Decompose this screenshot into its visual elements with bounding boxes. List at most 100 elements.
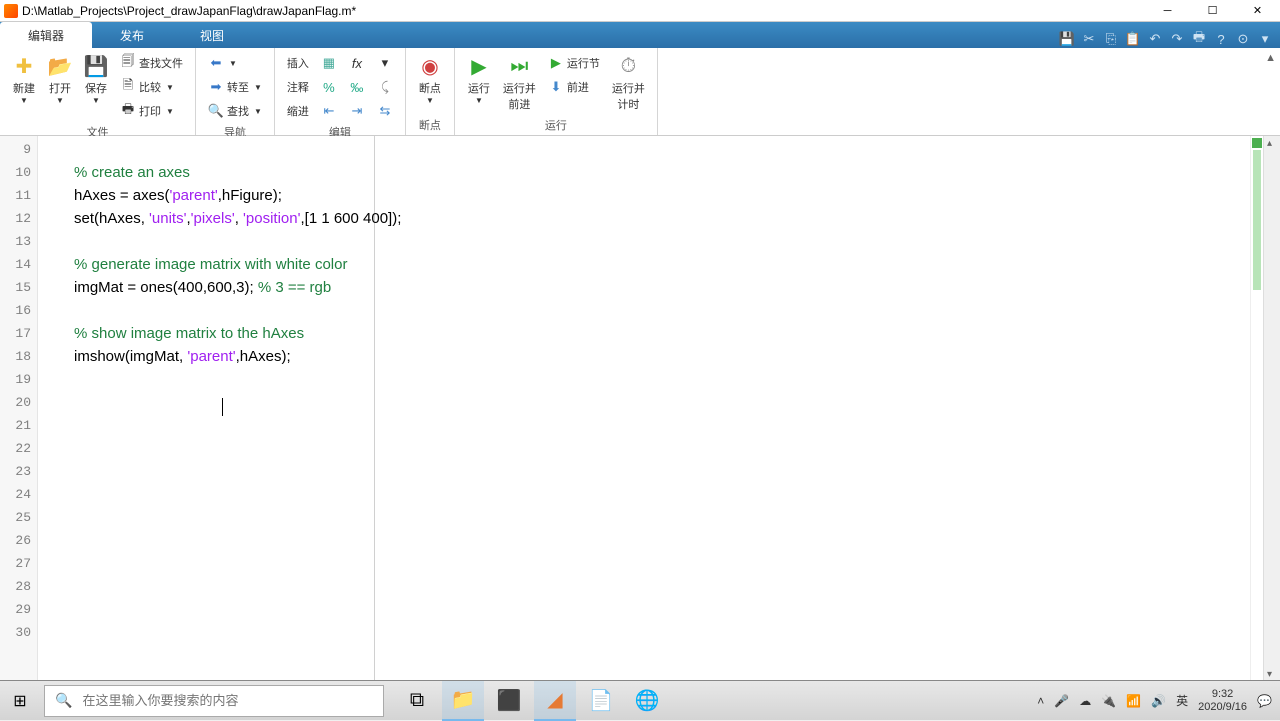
line-number: 30 [0,621,37,644]
code-line[interactable]: % show image matrix to the hAxes [74,322,1280,345]
vertical-scrollbar[interactable] [1263,136,1280,682]
collapse-ribbon-button[interactable]: ▲ [1265,52,1276,64]
code-ok-marker [1252,138,1262,148]
line-number: 18 [0,345,37,368]
run-section-button[interactable]: ▶运行节 [545,52,603,74]
code-line[interactable] [74,230,1280,253]
mic-icon[interactable]: 🎤 [1054,694,1069,708]
code-line[interactable]: imgMat = ones(400,600,3); % 3 == rgb [74,276,1280,299]
code-line[interactable]: % create an axes [74,161,1280,184]
copy-icon[interactable]: ⎘ [1102,30,1120,48]
group-breakpoints-label: 断点 [412,115,448,133]
code-line[interactable] [74,483,1280,506]
code-line[interactable]: set(hAxes, 'units','pixels', 'position',… [74,207,1280,230]
battery-icon[interactable]: 🔌 [1101,694,1116,708]
undo-icon[interactable]: ↶ [1146,30,1164,48]
volume-icon[interactable]: 🔊 [1151,694,1166,708]
print-button[interactable]: 🖶打印▼ [117,100,186,122]
tab-view[interactable]: 视图 [172,22,252,48]
code-line[interactable] [74,391,1280,414]
ribbon-group-file: ✚ 新建 ▼ 📂 打开 ▼ 💾 保存 ▼ 🗐查找文件 🗎比较▼ 🖶打印▼ 文件 [0,48,196,135]
windows-taskbar: ⊞ 🔍 ⧉ 📁 ⬛ ◢ 📄 🌐 ˄ 🎤 ☁ 🔌 📶 🔊 英 9:32 2020/… [0,680,1280,720]
save-button[interactable]: 💾 保存 ▼ [78,52,114,107]
tray-chevron-icon[interactable]: ˄ [1037,694,1044,708]
maximize-button[interactable]: ☐ [1190,0,1235,22]
code-line[interactable] [74,598,1280,621]
save-quick-icon[interactable]: 💾 [1058,30,1076,48]
code-editor[interactable]: 9101112131415161718192021222324252627282… [0,136,1280,682]
cut-icon[interactable]: ✂ [1080,30,1098,48]
print-quick-icon[interactable]: 🖶 [1190,30,1208,48]
code-line[interactable] [74,529,1280,552]
explorer-icon[interactable]: 📁 [442,681,484,721]
arrow-left-icon: ⬅ [208,55,224,71]
findfiles-button[interactable]: 🗐查找文件 [117,52,186,74]
code-line[interactable] [74,414,1280,437]
smart-indent-icon[interactable]: ⇆ [374,100,396,122]
code-line[interactable] [74,460,1280,483]
tab-publish[interactable]: 发布 [92,22,172,48]
new-file-icon: ✚ [12,54,36,78]
matlab-icon[interactable]: ◢ [534,681,576,721]
comment-percent-icon[interactable]: % [318,76,340,98]
taskbar-search[interactable]: 🔍 [44,685,384,717]
run-time-button[interactable]: ⏱ 运行并 计时 [606,52,651,114]
breakpoints-button[interactable]: ◉ 断点 ▼ [412,52,448,107]
code-line[interactable] [74,437,1280,460]
goto-button[interactable]: ➡转至▼ [205,76,265,98]
code-line[interactable]: imshow(imgMat, 'parent',hAxes); [74,345,1280,368]
paste-icon[interactable]: 📋 [1124,30,1142,48]
line-number: 27 [0,552,37,575]
comment-wrap-icon[interactable]: ⤹ [374,76,396,98]
minimize-button[interactable]: ─ [1145,0,1190,22]
insert-fx-icon[interactable]: fx [346,52,368,74]
code-line[interactable] [74,506,1280,529]
compare-button[interactable]: 🗎比较▼ [117,76,186,98]
code-line[interactable]: % generate image matrix with white color [74,253,1280,276]
options-icon[interactable]: ⊙ [1234,30,1252,48]
tab-editor[interactable]: 编辑器 [0,22,92,48]
advance-button[interactable]: ⬇前进 [545,76,603,98]
comment-button[interactable]: 注释 [284,76,312,98]
task-view-icon[interactable]: ⧉ [396,681,438,721]
code-content[interactable]: % create an axeshAxes = axes('parent',hF… [38,136,1280,682]
redo-icon[interactable]: ↷ [1168,30,1186,48]
run-advance-icon: ⏭ [507,54,531,78]
code-line[interactable] [74,575,1280,598]
system-tray: ˄ 🎤 ☁ 🔌 📶 🔊 英 9:32 2020/9/16 💬 [1037,688,1280,714]
code-line[interactable]: hAxes = axes('parent',hFigure); [74,184,1280,207]
open-button[interactable]: 📂 打开 ▼ [42,52,78,107]
findfiles-icon: 🗐 [120,55,136,71]
code-line[interactable] [74,138,1280,161]
notepad-icon[interactable]: 📄 [580,681,622,721]
insert-more-icon[interactable]: ▾ [374,52,396,74]
insert-button[interactable]: 插入 [284,52,312,74]
clock[interactable]: 9:32 2020/9/16 [1198,688,1247,714]
uncomment-icon[interactable]: ‰ [346,76,368,98]
help-icon[interactable]: ? [1212,30,1230,48]
new-button[interactable]: ✚ 新建 ▼ [6,52,42,107]
office-icon[interactable]: ⬛ [488,681,530,721]
code-line[interactable] [74,299,1280,322]
minimize-ribbon-icon[interactable]: ▾ [1256,30,1274,48]
start-button[interactable]: ⊞ [0,681,40,721]
code-line[interactable] [74,368,1280,391]
code-line[interactable] [74,552,1280,575]
indent-button[interactable]: 缩进 [284,100,312,122]
run-icon: ▶ [467,54,491,78]
search-input[interactable] [82,693,383,708]
notification-icon[interactable]: 💬 [1257,694,1272,708]
nav-back-button[interactable]: ⬅▼ [205,52,265,74]
run-button[interactable]: ▶ 运行 ▼ [461,52,497,107]
insert-section-icon[interactable]: ▦ [318,52,340,74]
code-line[interactable] [74,621,1280,644]
wifi-icon[interactable]: 📶 [1126,694,1141,708]
onedrive-icon[interactable]: ☁ [1079,694,1091,708]
run-advance-button[interactable]: ⏭ 运行并 前进 [497,52,542,114]
ime-indicator[interactable]: 英 [1176,692,1188,709]
indent-left-icon[interactable]: ⇤ [318,100,340,122]
close-button[interactable]: ✕ [1235,0,1280,22]
chrome-icon[interactable]: 🌐 [626,681,668,721]
find-button[interactable]: 🔍查找▼ [205,100,265,122]
indent-right-icon[interactable]: ⇥ [346,100,368,122]
